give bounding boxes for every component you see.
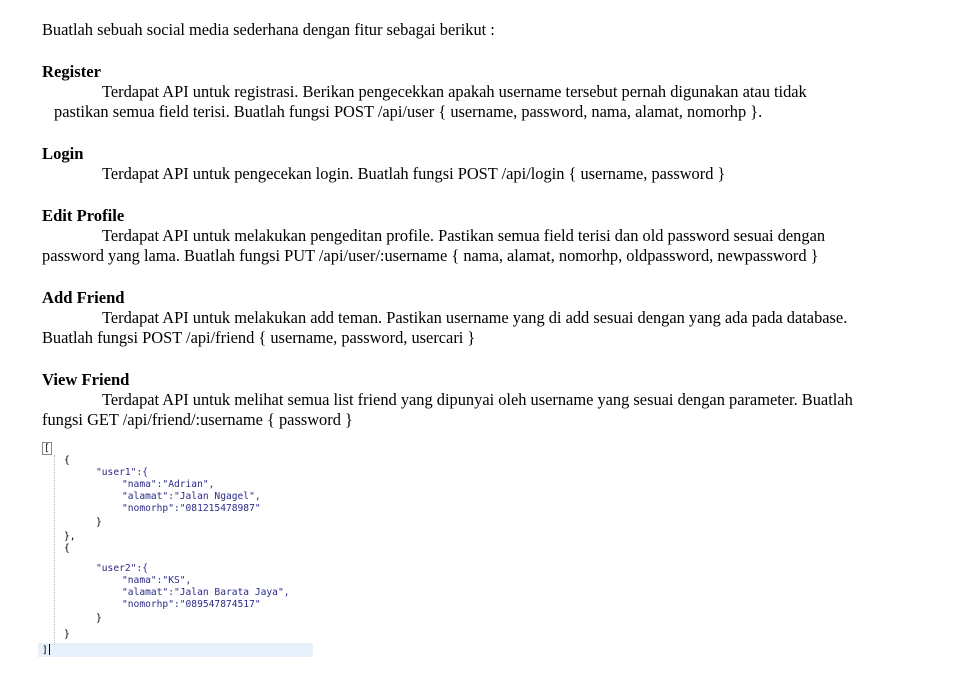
code-close-brace-2: } — [64, 629, 70, 640]
view-friend-line-2: fungsi GET /api/friend/:username { passw… — [42, 410, 353, 429]
code-user1-nama: "nama":"Adrian", — [122, 479, 215, 490]
section-title-edit-profile: Edit Profile — [42, 206, 125, 225]
section-register: Register Terdapat API untuk registrasi. … — [42, 62, 922, 122]
add-friend-line-1: Terdapat API untuk melakukan add teman. … — [102, 308, 848, 327]
code-user1-alamat: "alamat":"Jalan Ngagel", — [122, 491, 261, 502]
edit-profile-line-2: password yang lama. Buatlah fungsi PUT /… — [42, 246, 819, 265]
code-user2-key: "user2":{ — [96, 563, 148, 574]
json-code-sample: [ { "user1":{ "nama":"Adrian", "alamat":… — [38, 441, 313, 657]
code-close-bracket: ] — [42, 645, 48, 656]
code-open-brace-2: { — [64, 543, 70, 554]
register-line-1: Terdapat API untuk registrasi. Berikan p… — [102, 82, 807, 101]
view-friend-line-1: Terdapat API untuk melihat semua list fr… — [102, 390, 853, 409]
edit-profile-line-1: Terdapat API untuk melakukan pengeditan … — [102, 226, 826, 245]
code-user2-alamat: "alamat":"Jalan Barata Jaya", — [122, 587, 290, 598]
code-user1-nomorhp: "nomorhp":"081215478987" — [122, 503, 261, 514]
intro-text: Buatlah sebuah social media sederhana de… — [42, 20, 495, 39]
section-title-add-friend: Add Friend — [42, 288, 125, 307]
code-close-brace-user1: } — [96, 517, 102, 528]
text-caret — [48, 644, 50, 655]
section-title-view-friend: View Friend — [42, 370, 130, 389]
code-user1-key: "user1":{ — [96, 467, 148, 478]
code-close-brace-comma: }, — [64, 531, 76, 542]
section-login: Login Terdapat API untuk pengecekan logi… — [42, 144, 922, 184]
code-user2-nomorhp: "nomorhp":"089547874517" — [122, 599, 261, 610]
section-title-login: Login — [42, 144, 84, 163]
section-edit-profile: Edit Profile Terdapat API untuk melakuka… — [42, 206, 922, 266]
section-title-register: Register — [42, 62, 101, 81]
code-close-brace-user2: } — [96, 613, 102, 624]
section-view-friend: View Friend Terdapat API untuk melihat s… — [42, 370, 922, 430]
document-body: Buatlah sebuah social media sederhana de… — [42, 20, 922, 452]
add-friend-line-2: Buatlah fungsi POST /api/friend { userna… — [42, 328, 476, 347]
code-open-bracket: [ — [42, 442, 52, 455]
register-line-2: pastikan semua field terisi. Buatlah fun… — [54, 102, 763, 121]
section-add-friend: Add Friend Terdapat API untuk melakukan … — [42, 288, 922, 348]
code-user2-nama: "nama":"KS", — [122, 575, 192, 586]
login-line-1: Terdapat API untuk pengecekan login. Bua… — [102, 164, 726, 183]
code-open-brace-1: { — [64, 455, 70, 466]
indent-guide — [54, 455, 55, 645]
current-line-highlight — [38, 643, 313, 657]
